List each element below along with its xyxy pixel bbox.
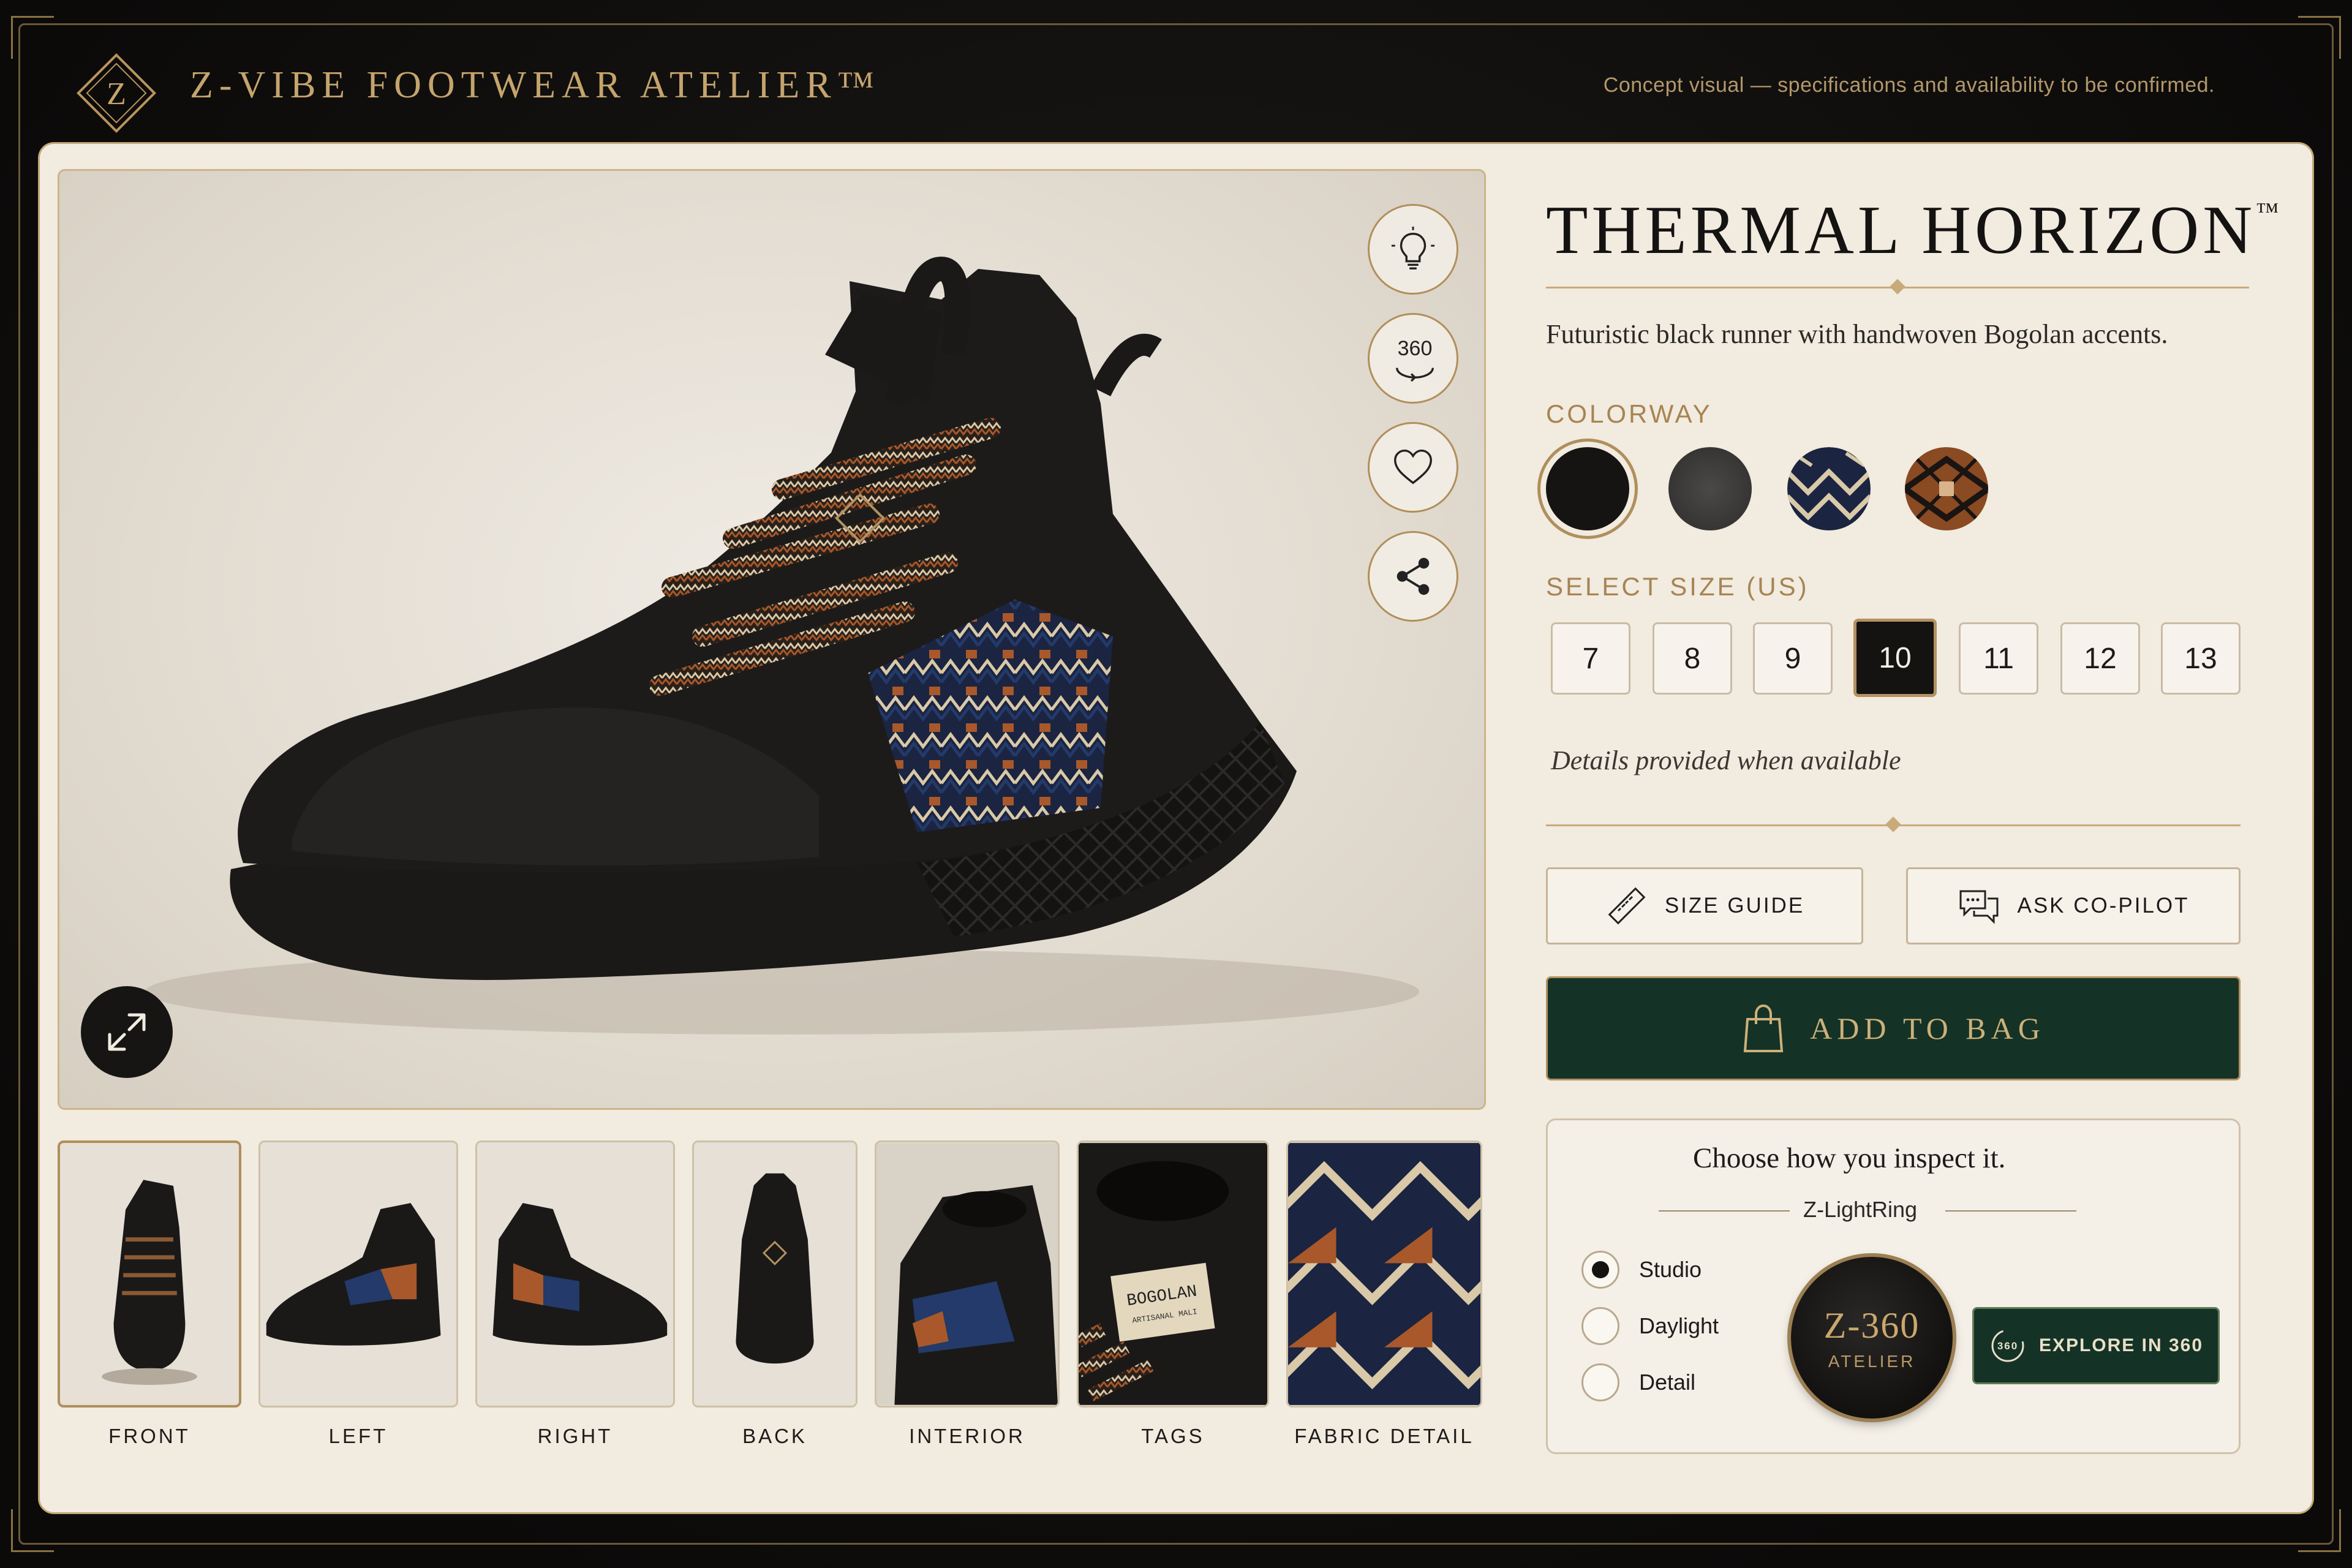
- radio-studio[interactable]: [1581, 1251, 1619, 1289]
- z360-atelier-badge[interactable]: Z-360 ATELIER: [1791, 1257, 1953, 1419]
- thumbnail-label-tags: TAGS: [1141, 1425, 1205, 1447]
- product-subtitle: Futuristic black runner with handwoven B…: [1546, 319, 2168, 349]
- inspect-title: Choose how you inspect it.: [1693, 1142, 2006, 1174]
- frame-corner: [11, 16, 54, 59]
- size-guide-button[interactable]: SIZE GUIDE: [1546, 867, 1863, 944]
- thumbnail-interior[interactable]: [875, 1140, 1060, 1408]
- radio-detail[interactable]: [1581, 1363, 1619, 1401]
- title-divider: [1546, 279, 2249, 295]
- frame-corner: [11, 1509, 54, 1552]
- radio-daylight[interactable]: [1581, 1307, 1619, 1345]
- frame-corner: [2298, 16, 2341, 59]
- rotate-360-button[interactable]: 360: [1368, 313, 1458, 404]
- thumbnail-image: [876, 1143, 1058, 1405]
- explore-360-button[interactable]: 360 EXPLORE IN 360: [1972, 1307, 2220, 1384]
- ask-copilot-button[interactable]: ASK CO-PILOT: [1906, 867, 2241, 944]
- size-label: SELECT SIZE (US): [1546, 572, 1809, 601]
- thumbnail-label-right: RIGHT: [537, 1425, 613, 1447]
- size-button-13[interactable]: 13: [2161, 622, 2241, 695]
- thumbnail-image: [477, 1143, 673, 1405]
- thumbnail-image: [260, 1143, 456, 1405]
- thumbnail-image: [1288, 1143, 1480, 1405]
- thumbnail-image: BOGOLAN ARTISANAL MALI: [1079, 1143, 1267, 1405]
- colorway-swatch-rust-bogolan[interactable]: [1905, 447, 1988, 530]
- thumbnail-back[interactable]: [692, 1140, 858, 1408]
- thumbnail-image: [60, 1144, 239, 1404]
- lightring-rule-right: [1945, 1210, 2076, 1212]
- z360-badge-subtitle: ATELIER: [1828, 1351, 1916, 1371]
- product-title: THERMAL HORIZON™: [1546, 191, 2278, 270]
- colorway-swatch-black[interactable]: [1546, 447, 1629, 530]
- radio-label-studio: Studio: [1639, 1257, 1702, 1282]
- shopping-bag-icon: [1743, 1004, 1784, 1052]
- size-button-12[interactable]: 12: [2060, 622, 2140, 695]
- brand-logo[interactable]: Z: [74, 50, 159, 136]
- fullscreen-button[interactable]: [81, 986, 173, 1078]
- shoe-illustration: [145, 256, 1419, 1035]
- thumbnail-fabric-detail[interactable]: [1286, 1140, 1482, 1408]
- lightbulb-icon: [1391, 226, 1435, 270]
- details-note: Details provided when available: [1551, 745, 1901, 775]
- main-product-image[interactable]: 360: [58, 169, 1486, 1110]
- colorway-swatch-charcoal[interactable]: [1668, 447, 1752, 530]
- ask-copilot-label: ASK CO-PILOT: [2017, 894, 2190, 918]
- thumbnail-tags[interactable]: BOGOLAN ARTISANAL MALI: [1077, 1140, 1269, 1408]
- section-divider: [1546, 816, 2241, 832]
- thumbnail-image: [694, 1143, 856, 1405]
- thumbnail-left[interactable]: [258, 1140, 458, 1408]
- size-button-8[interactable]: 8: [1653, 622, 1732, 695]
- share-button[interactable]: [1368, 531, 1458, 622]
- expand-icon: [108, 1013, 146, 1051]
- z360-badge-title: Z-360: [1823, 1305, 1920, 1346]
- trademark-mark: ™: [2256, 198, 2279, 224]
- colorway-swatch-indigo-bogolan[interactable]: [1787, 447, 1871, 530]
- lighting-button[interactable]: [1368, 204, 1458, 295]
- frame-corner: [2298, 1509, 2341, 1552]
- product-title-text: THERMAL HORIZON: [1546, 192, 2256, 268]
- explore-360-label: EXPLORE IN 360: [2038, 1335, 2204, 1355]
- brand-name: Z-VIBE FOOTWEAR ATELIER™: [190, 64, 881, 106]
- size-button-10[interactable]: 10: [1853, 619, 1937, 697]
- thumbnail-front[interactable]: [58, 1140, 241, 1408]
- colorway-label: COLORWAY: [1546, 399, 1713, 428]
- ruler-icon: [1608, 887, 1646, 925]
- share-icon: [1396, 557, 1430, 595]
- thumbnail-label-front: FRONT: [108, 1425, 190, 1447]
- add-to-bag-button[interactable]: ADD TO BAG: [1546, 976, 2241, 1080]
- thumbnail-label-back: BACK: [742, 1425, 807, 1447]
- heart-icon: [1394, 449, 1432, 484]
- explore-icon-label: 360: [1997, 1340, 2018, 1352]
- thumbnail-label-fabric-detail: FABRIC DETAIL: [1294, 1425, 1474, 1447]
- radio-label-daylight: Daylight: [1639, 1313, 1719, 1338]
- lightring-label: Z-LightRing: [1803, 1197, 1918, 1222]
- svg-text:Z: Z: [107, 77, 126, 111]
- radio-label-detail: Detail: [1639, 1370, 1696, 1395]
- lightring-rule-left: [1659, 1210, 1790, 1212]
- favorite-button[interactable]: [1368, 422, 1458, 513]
- size-button-11[interactable]: 11: [1959, 622, 2038, 695]
- size-button-7[interactable]: 7: [1551, 622, 1630, 695]
- rotate-360-icon: 360: [1991, 1329, 2024, 1362]
- thumbnail-label-left: LEFT: [328, 1425, 388, 1447]
- concept-disclaimer: Concept visual — specifications and avai…: [1603, 74, 2215, 97]
- rotate-360-icon: [1396, 368, 1434, 382]
- chat-bubbles-icon: [1959, 890, 1999, 924]
- thumbnail-label-interior: INTERIOR: [909, 1425, 1025, 1447]
- thumbnail-right[interactable]: [475, 1140, 675, 1408]
- size-button-9[interactable]: 9: [1753, 622, 1833, 695]
- add-to-bag-label: ADD TO BAG: [1810, 1011, 2045, 1046]
- size-guide-label: SIZE GUIDE: [1664, 894, 1805, 918]
